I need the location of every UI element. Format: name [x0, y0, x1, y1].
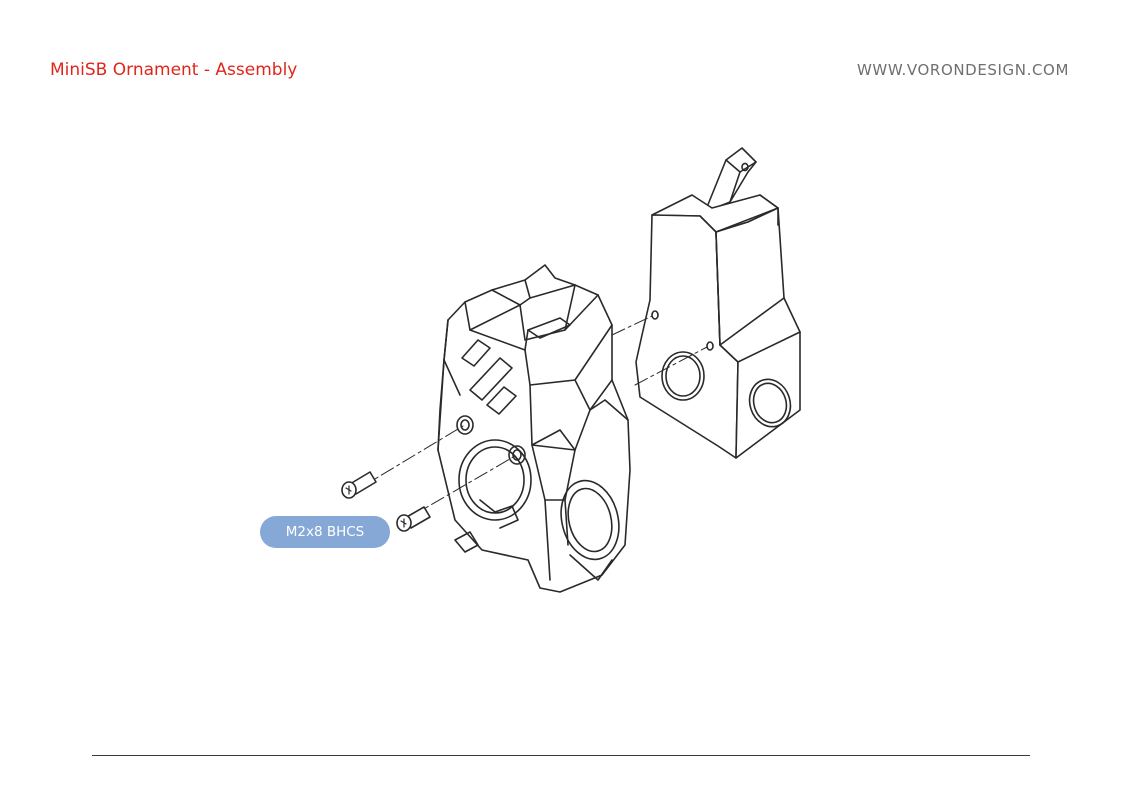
assembly-drawing	[341, 147, 801, 593]
footer-divider	[92, 755, 1030, 756]
callout-m2x8-bhcs: M2x8 BHCS	[260, 516, 390, 548]
m2x8-bhcs-screw	[396, 506, 431, 532]
m2x8-bhcs-screw	[341, 471, 377, 499]
front-body-part	[437, 264, 631, 593]
back-cover-part	[635, 147, 801, 459]
